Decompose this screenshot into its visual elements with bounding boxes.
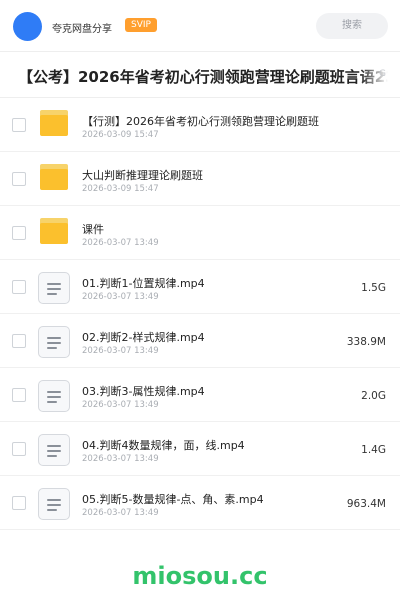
select-checkbox[interactable] — [12, 172, 26, 186]
item-size: 338.9M — [346, 336, 386, 348]
document-icon — [38, 272, 70, 304]
select-checkbox[interactable] — [12, 280, 26, 294]
list-item[interactable]: 05.判断5-数量规律-点、角、素.mp4 2026-03-07 13:49 963… — [0, 476, 400, 530]
list-item[interactable]: 01.判断1-位置规律.mp4 2026-03-07 13:49 1.5G — [0, 260, 400, 314]
document-icon — [38, 326, 70, 358]
list-item[interactable]: 大山判断推理理论刷题班 2026-03-09 15:47 — [0, 152, 400, 206]
select-checkbox[interactable] — [12, 118, 26, 132]
item-size: 2.0G — [361, 390, 386, 402]
svip-badge: SVIP — [125, 18, 157, 32]
item-date: 2026-03-07 13:49 — [82, 508, 159, 518]
item-name: 03.判断3-属性规律.mp4 — [82, 385, 205, 398]
select-checkbox[interactable] — [12, 388, 26, 402]
watermark: miosou.cc — [132, 562, 268, 590]
folder-title-bar: 【公考】2026年省考初心行测领跑营理论刷题班言语23 G — [0, 52, 400, 98]
item-size: 963.4M — [346, 498, 386, 510]
select-checkbox[interactable] — [12, 496, 26, 510]
search-input[interactable]: 搜索 — [316, 13, 388, 39]
document-icon — [38, 434, 70, 466]
item-date: 2026-03-07 13:49 — [82, 454, 159, 464]
item-size: 1.4G — [361, 444, 386, 456]
item-name: 【行测】2026年省考初心行测领跑营理论刷题班 — [82, 115, 319, 128]
item-name: 01.判断1-位置规律.mp4 — [82, 277, 205, 290]
list-item[interactable]: 03.判断3-属性规律.mp4 2026-03-07 13:49 2.0G — [0, 368, 400, 422]
item-name: 04.判断4数量规律，面，线.mp4 — [82, 439, 245, 452]
list-item[interactable]: 02.判断2-样式规律.mp4 2026-03-07 13:49 338.9M — [0, 314, 400, 368]
select-checkbox[interactable] — [12, 226, 26, 240]
select-checkbox[interactable] — [12, 334, 26, 348]
item-name: 05.判断5-数量规律-点、角、素.mp4 — [82, 493, 264, 506]
folder-title: 【公考】2026年省考初心行测领跑营理论刷题班言语23 — [18, 68, 396, 86]
list-item[interactable]: 04.判断4数量规律，面，线.mp4 2026-03-07 13:49 1.4G — [0, 422, 400, 476]
item-name: 课件 — [82, 223, 104, 236]
header: 夸克网盘分享 SVIP 搜索 — [0, 0, 400, 52]
item-date: 2026-03-07 13:49 — [82, 346, 159, 356]
folder-icon — [40, 164, 68, 190]
avatar[interactable] — [13, 12, 42, 41]
item-name: 02.判断2-样式规律.mp4 — [82, 331, 205, 344]
list-item[interactable]: 课件 2026-03-07 13:49 — [0, 206, 400, 260]
item-date: 2026-03-09 15:47 — [82, 184, 159, 194]
user-name: 夸克网盘分享 — [52, 24, 112, 35]
item-name: 大山判断推理理论刷题班 — [82, 169, 203, 182]
item-size: 1.5G — [361, 282, 386, 294]
document-icon — [38, 488, 70, 520]
item-date: 2026-03-07 13:49 — [82, 238, 159, 248]
document-icon — [38, 380, 70, 412]
folder-title-tail: G — [379, 69, 386, 79]
select-checkbox[interactable] — [12, 442, 26, 456]
item-date: 2026-03-09 15:47 — [82, 130, 159, 140]
file-list: 【行测】2026年省考初心行测领跑营理论刷题班 2026-03-09 15:47 大… — [0, 98, 400, 530]
folder-icon — [40, 110, 68, 136]
folder-icon — [40, 218, 68, 244]
list-item[interactable]: 【行测】2026年省考初心行测领跑营理论刷题班 2026-03-09 15:47 — [0, 98, 400, 152]
item-date: 2026-03-07 13:49 — [82, 292, 159, 302]
item-date: 2026-03-07 13:49 — [82, 400, 159, 410]
